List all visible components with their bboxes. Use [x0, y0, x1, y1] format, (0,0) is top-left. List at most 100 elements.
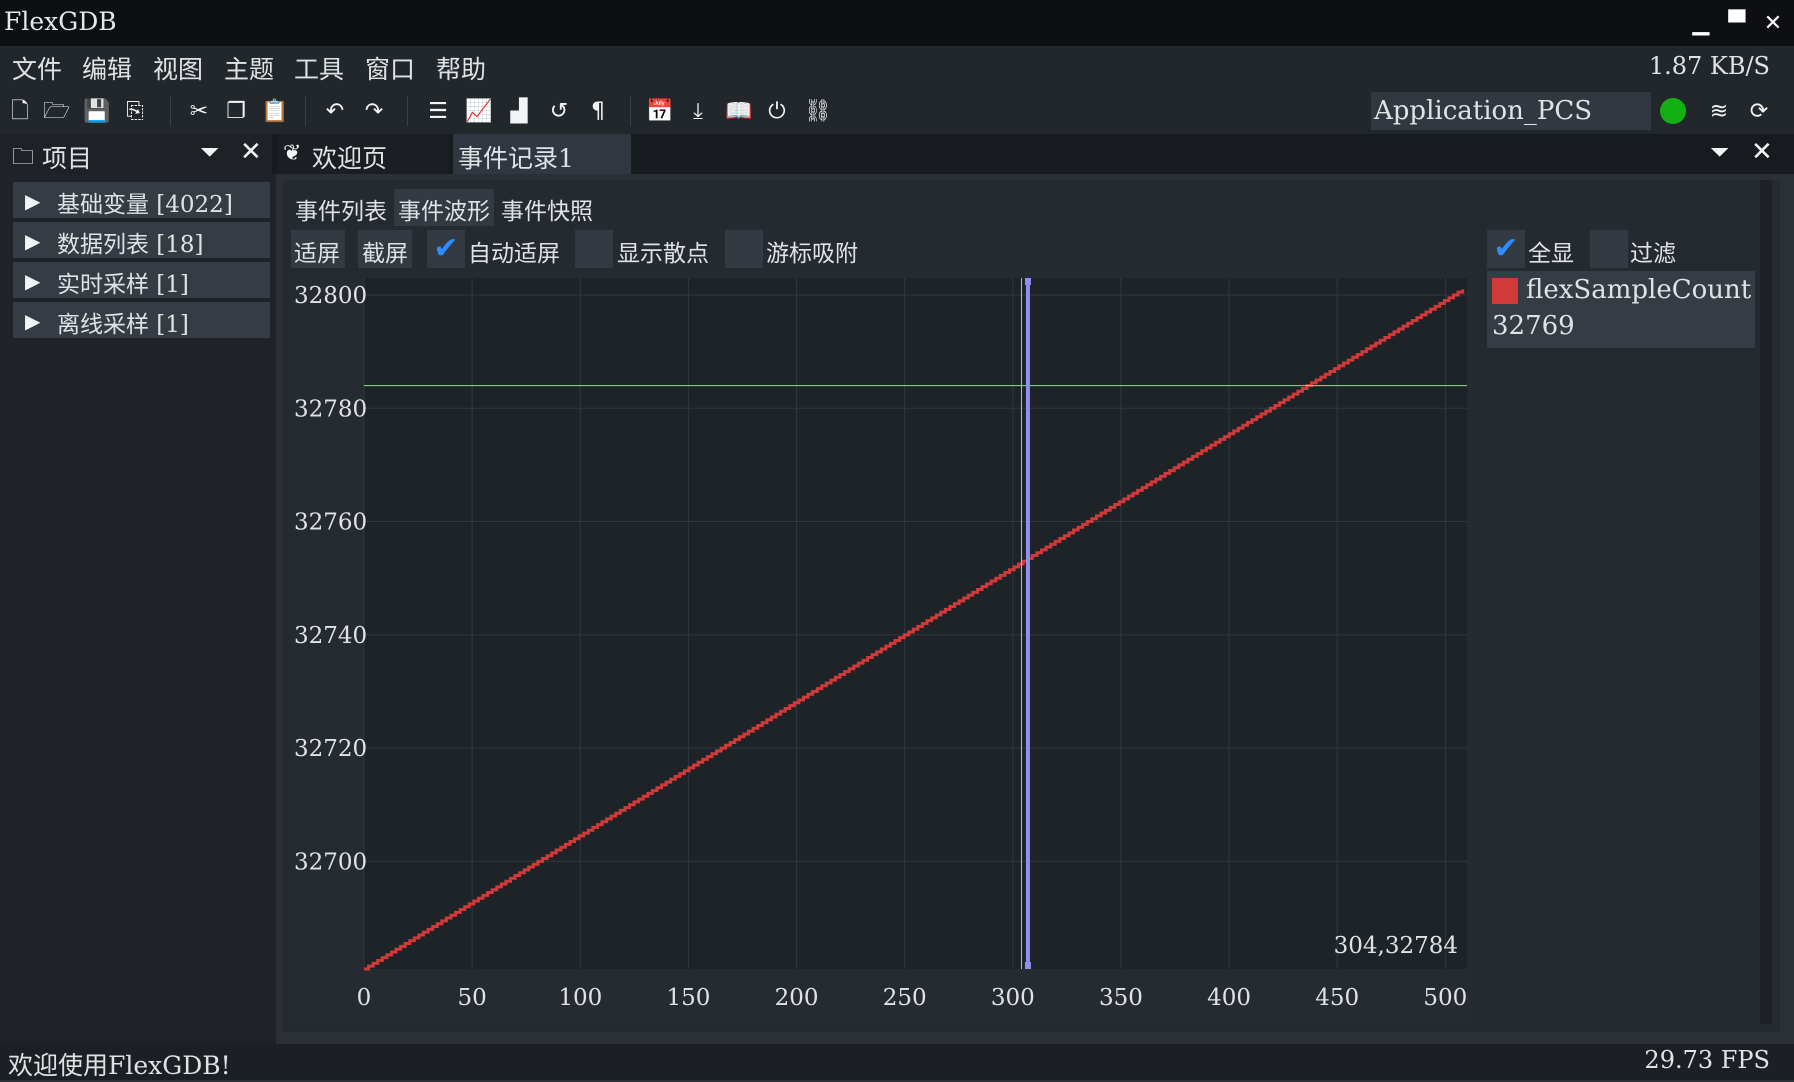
download-icon[interactable]: ⤓: [685, 99, 711, 125]
toolbar-separator: [170, 96, 171, 126]
expand-arrow-icon[interactable]: ▶: [25, 309, 40, 333]
dock-menu-icon[interactable]: ⏷: [1710, 138, 1729, 166]
close-icon[interactable]: ✕: [1758, 9, 1788, 39]
vertical-scrollbar[interactable]: [1760, 180, 1772, 1024]
line-chart-icon[interactable]: 📈: [465, 99, 492, 125]
history-icon[interactable]: ↺: [546, 99, 572, 125]
subtab-event-waveform-label: 事件波形: [398, 199, 490, 225]
waveform-chart[interactable]: 0 50 100 150 200 250 300 350 400 450 500 32700 32720…: [291, 271, 1473, 1023]
list-icon[interactable]: ☰: [425, 99, 451, 125]
tree-item-offline-sampling[interactable]: ▶ 离线采样 [1]: [13, 302, 270, 338]
y-tick-label: 32800: [294, 283, 367, 309]
y-tick-label: 32720: [294, 736, 367, 762]
undo-icon[interactable]: ↶: [322, 99, 348, 125]
check-icon: ✔: [1493, 231, 1519, 266]
x-tick-label: 350: [1099, 985, 1143, 1011]
series-legend-panel: [1485, 230, 1761, 1025]
x-tick-label: 0: [357, 985, 372, 1011]
tab-event-record-label: 事件记录1: [458, 144, 574, 173]
x-tick-label: 450: [1315, 985, 1359, 1011]
open-folder-icon[interactable]: 🗁: [43, 99, 70, 125]
refresh-icon[interactable]: ⟳: [1746, 99, 1772, 125]
menu-edit[interactable]: 编辑: [82, 50, 132, 86]
maximize-icon[interactable]: ▀: [1722, 9, 1752, 39]
paragraph-icon[interactable]: ¶: [585, 99, 611, 125]
x-tick-label: 300: [991, 985, 1035, 1011]
title-bar: [0, 0, 1794, 46]
show-scatter-checkbox[interactable]: [575, 230, 613, 268]
plot-area: [364, 278, 1467, 969]
project-panel-header: [0, 134, 272, 174]
unlink-icon[interactable]: ⛓: [804, 99, 832, 125]
status-message: 欢迎使用FlexGDB!: [8, 1051, 231, 1080]
expand-arrow-icon[interactable]: ▶: [25, 269, 40, 293]
show-all-checkbox[interactable]: ✔: [1487, 230, 1525, 268]
folder-add-icon: 🗀: [12, 145, 35, 170]
screenshot-button-label: 截屏: [362, 241, 408, 267]
redo-icon[interactable]: ↷: [361, 99, 387, 125]
target-select-value: Application_PCS: [1374, 96, 1593, 126]
menu-file[interactable]: 文件: [12, 50, 62, 86]
book-icon[interactable]: 📖: [725, 99, 752, 125]
filter-checkbox[interactable]: [1590, 230, 1628, 268]
y-tick-label: 32740: [294, 623, 367, 649]
tree-item-label: 实时采样 [1]: [57, 272, 189, 298]
tree-item-data-lists[interactable]: ▶ 数据列表 [18]: [13, 222, 270, 258]
x-tick-label: 150: [666, 985, 710, 1011]
y-tick-label: 32700: [294, 849, 367, 875]
x-tick-label: 200: [775, 985, 819, 1011]
tree-item-label: 离线采样 [1]: [57, 312, 189, 338]
minimize-icon[interactable]: ▁: [1686, 9, 1716, 39]
show-scatter-label: 显示散点: [617, 241, 709, 267]
cursor-snap-label: 游标吸附: [766, 241, 858, 267]
fit-button-label: 适屏: [294, 241, 340, 267]
x-tick-label: 250: [883, 985, 927, 1011]
project-panel-title: 项目: [42, 144, 93, 173]
y-tick-label: 32780: [294, 396, 367, 422]
tree-item-realtime-sampling[interactable]: ▶ 实时采样 [1]: [13, 262, 270, 298]
subtab-event-list-label: 事件列表: [295, 199, 387, 225]
paste-icon[interactable]: 📋: [261, 99, 288, 125]
check-icon: ✔: [433, 231, 459, 266]
menu-window[interactable]: 窗口: [365, 50, 415, 86]
new-file-icon[interactable]: 🗋: [7, 99, 33, 125]
layers-icon[interactable]: ≋: [1706, 99, 1732, 125]
auto-fit-label: 自动适屏: [468, 241, 560, 267]
menu-tools[interactable]: 工具: [294, 50, 344, 86]
save-icon[interactable]: 💾: [83, 99, 110, 125]
menu-view[interactable]: 视图: [153, 50, 203, 86]
fps-readout: 29.73 FPS: [1644, 1046, 1770, 1074]
legend-series-name: flexSampleCount: [1526, 275, 1752, 305]
app-title: FlexGDB: [4, 7, 117, 36]
y-tick-label: 32760: [294, 510, 367, 536]
legend-series-value: 32769: [1492, 311, 1575, 341]
legend-color-swatch[interactable]: [1492, 278, 1518, 304]
cursor-snap-checkbox[interactable]: [725, 230, 763, 268]
save-as-icon[interactable]: ⎘: [122, 99, 148, 125]
x-tick-label: 50: [457, 985, 486, 1011]
x-tick-label: 100: [558, 985, 602, 1011]
area-chart-icon[interactable]: ▟: [506, 99, 532, 125]
tree-item-label: 数据列表 [18]: [57, 232, 204, 258]
dock-menu-icon[interactable]: ⏷: [200, 138, 219, 166]
auto-fit-checkbox[interactable]: ✔: [427, 230, 465, 268]
tree-item-basic-vars[interactable]: ▶ 基础变量 [4022]: [13, 182, 270, 218]
calendar-check-icon[interactable]: 📅: [646, 99, 673, 125]
cut-icon[interactable]: ✂: [186, 99, 212, 125]
leaf-icon: ❦: [283, 141, 302, 166]
toolbar-separator: [630, 96, 631, 126]
toolbar-separator: [407, 96, 408, 126]
copy-icon[interactable]: ❐: [223, 99, 249, 125]
expand-arrow-icon[interactable]: ▶: [25, 189, 40, 213]
subtab-event-snapshot-label: 事件快照: [501, 199, 593, 225]
cursor-handle-bottom: [1024, 962, 1031, 969]
expand-arrow-icon[interactable]: ▶: [25, 229, 40, 253]
close-panel-icon[interactable]: ✕: [240, 137, 262, 167]
menu-help[interactable]: 帮助: [436, 50, 486, 86]
crosshair-readout: 304,32784: [1334, 933, 1458, 959]
filter-label: 过滤: [1630, 241, 1676, 267]
power-icon[interactable]: ⏻: [764, 99, 790, 125]
x-tick-label: 500: [1423, 985, 1467, 1011]
close-tab-icon[interactable]: ✕: [1751, 137, 1773, 167]
menu-theme[interactable]: 主题: [224, 50, 274, 86]
